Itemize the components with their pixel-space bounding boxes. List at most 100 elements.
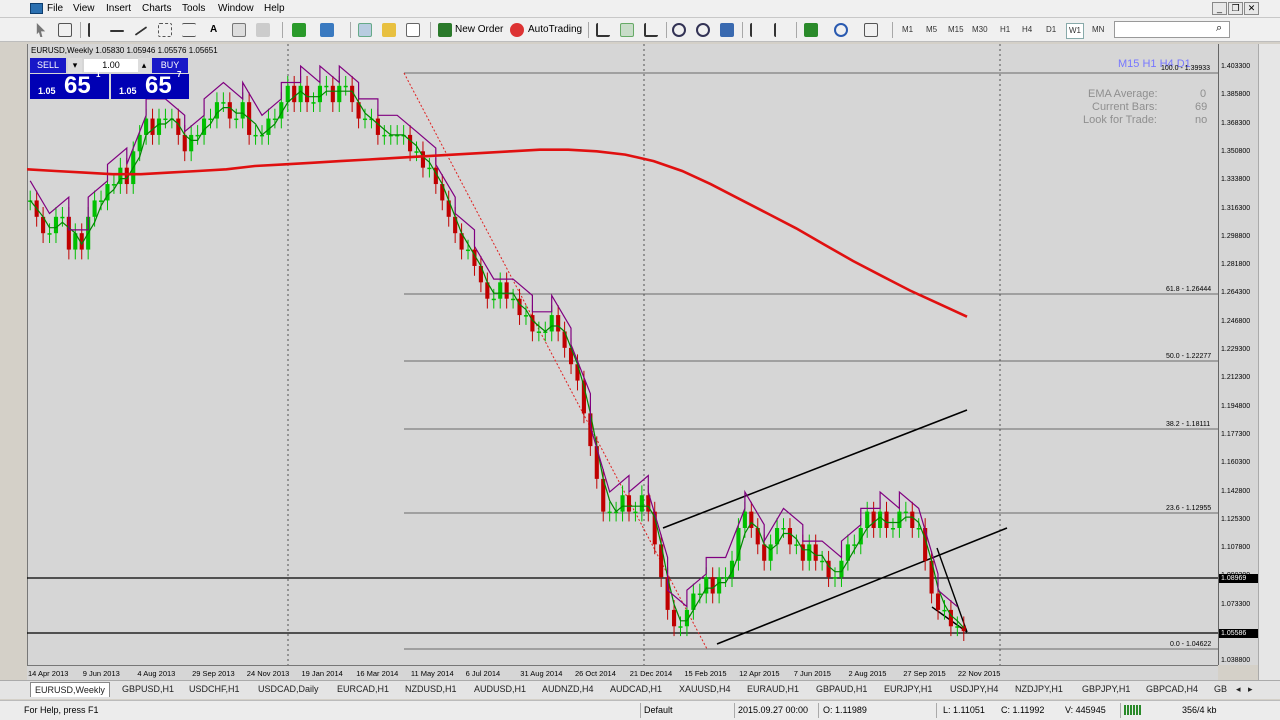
search-input[interactable] [1114, 21, 1230, 38]
zoom-in-icon[interactable] [672, 23, 686, 37]
candle-body [137, 134, 142, 152]
tab-gbpjpy[interactable]: GBPJPY,H1 [1082, 684, 1130, 694]
price-axis-label: 1.281800 [1221, 261, 1251, 269]
candle-body [266, 118, 271, 135]
line-chart-icon[interactable] [644, 23, 658, 37]
candle-body [903, 511, 908, 514]
buy-button[interactable]: BUY [152, 58, 188, 73]
menu-insert[interactable]: Insert [106, 2, 131, 15]
arrows-icon[interactable] [256, 23, 270, 37]
minimize-icon[interactable]: _ [1212, 2, 1227, 15]
autoscroll-icon[interactable] [750, 23, 764, 37]
fibonacci-icon[interactable] [182, 23, 196, 37]
tf-m5[interactable]: M5 [924, 23, 939, 37]
tab-audnzd[interactable]: AUDNZD,H4 [542, 684, 594, 694]
profiles-icon[interactable] [320, 23, 334, 37]
autotrading-button[interactable]: AutoTrading [528, 22, 582, 38]
menu-charts[interactable]: Charts [142, 2, 171, 15]
label-icon[interactable] [232, 23, 246, 37]
sell-price-box[interactable]: 1.05 65 1 [30, 70, 109, 99]
tab-eurjpy[interactable]: EURJPY,H1 [884, 684, 932, 694]
tab-gb[interactable]: GB [1214, 684, 1227, 694]
ema-average-value: 0 [1200, 88, 1207, 100]
price-marker-hline2: 1.05586 [1219, 629, 1258, 638]
tab-audusd[interactable]: AUDUSD,H1 [474, 684, 526, 694]
tf-m15[interactable]: M15 [946, 23, 966, 37]
toolbar: A New Order AutoTrading M1 M5 M15 M30 H1… [0, 18, 1280, 42]
tf-h1[interactable]: H1 [998, 23, 1012, 37]
tab-nzdusd[interactable]: NZDUSD,H1 [405, 684, 457, 694]
new-chart-icon[interactable] [292, 23, 306, 37]
tab-xauusd[interactable]: XAUUSD,H4 [679, 684, 731, 694]
buy-price-box[interactable]: 1.05 65 7 [111, 70, 189, 99]
menu-tools[interactable]: Tools [182, 2, 205, 15]
lot-up-icon[interactable]: ▴ [138, 58, 150, 73]
tf-m30[interactable]: M30 [970, 23, 990, 37]
restore-icon[interactable]: ❐ [1228, 2, 1243, 15]
menu-view[interactable]: View [73, 2, 95, 15]
tf-h4[interactable]: H4 [1020, 23, 1034, 37]
lot-down-icon[interactable]: ▾ [68, 58, 82, 73]
candle-body [317, 85, 323, 103]
trendline-icon[interactable] [134, 26, 148, 36]
tile-windows-icon[interactable] [720, 23, 734, 37]
close-icon[interactable]: ✕ [1244, 2, 1259, 15]
market-watch-icon[interactable] [358, 23, 372, 37]
menu-help[interactable]: Help [264, 2, 285, 15]
crosshair-icon[interactable] [58, 23, 72, 37]
tab-gbpaud[interactable]: GBPAUD,H1 [816, 684, 867, 694]
templates-icon[interactable] [864, 23, 878, 37]
menu-file[interactable]: File [47, 2, 63, 15]
tf-w1[interactable]: W1 [1066, 23, 1084, 39]
tab-gbpcad[interactable]: GBPCAD,H4 [1146, 684, 1198, 694]
price-axis-label: 1.316300 [1221, 204, 1251, 212]
tf-m1[interactable]: M1 [900, 23, 915, 37]
tab-usdcad[interactable]: USDCAD,Daily [258, 684, 319, 694]
candle-body [298, 85, 303, 103]
time-axis-label: 21 Dec 2014 [629, 669, 673, 678]
bar-chart-icon[interactable] [596, 23, 610, 37]
autotrading-icon[interactable] [510, 23, 524, 37]
indicators-icon[interactable] [804, 23, 818, 37]
text-tool-icon[interactable]: A [210, 22, 217, 38]
navigator-icon[interactable] [382, 23, 396, 37]
chart-shift-icon[interactable] [774, 23, 788, 37]
status-bar: For Help, press F1 Default 2015.09.27 00… [0, 700, 1280, 720]
terminal-icon[interactable] [406, 23, 420, 37]
candle-body [330, 85, 335, 103]
horizontal-line-icon[interactable] [110, 30, 124, 32]
tabs-scroll-left-icon[interactable]: ◂ [1236, 684, 1241, 695]
candle-body [626, 495, 632, 512]
periods-icon[interactable] [834, 23, 848, 37]
candlestick-icon[interactable] [620, 23, 634, 37]
channel-icon[interactable] [158, 23, 172, 37]
candle-body [253, 134, 258, 137]
candle-body [916, 528, 921, 530]
cursor-icon[interactable] [36, 23, 46, 37]
candle-body [942, 609, 947, 612]
new-order-button[interactable]: New Order [455, 22, 503, 38]
tf-mn[interactable]: MN [1090, 23, 1106, 37]
candle-body [639, 495, 644, 512]
vertical-line-icon[interactable] [88, 23, 91, 37]
new-order-icon[interactable] [438, 23, 452, 37]
tab-gbpusd[interactable]: GBPUSD,H1 [122, 684, 174, 694]
tab-audcad[interactable]: AUDCAD,H1 [610, 684, 662, 694]
candle-body [549, 315, 554, 332]
tab-usdchf[interactable]: USDCHF,H1 [189, 684, 240, 694]
tab-nzdjpy[interactable]: NZDJPY,H1 [1015, 684, 1063, 694]
look-for-trade-value: no [1195, 114, 1208, 126]
menu-window[interactable]: Window [218, 2, 254, 15]
tab-usdjpy[interactable]: USDJPY,H4 [950, 684, 998, 694]
sell-button[interactable]: SELL [30, 58, 66, 73]
candle-body [144, 118, 149, 135]
candle-body [98, 200, 104, 202]
tab-euraud[interactable]: EURAUD,H1 [747, 684, 799, 694]
lot-size-input[interactable]: 1.00 [84, 59, 138, 72]
search-icon[interactable]: ⌕ [1216, 22, 1222, 35]
tf-d1[interactable]: D1 [1044, 23, 1058, 37]
tab-eurusd-weekly[interactable]: EURUSD,Weekly [30, 682, 110, 697]
tabs-scroll-right-icon[interactable]: ▸ [1248, 684, 1253, 695]
zoom-out-icon[interactable] [696, 23, 710, 37]
tab-eurcad[interactable]: EURCAD,H1 [337, 684, 389, 694]
